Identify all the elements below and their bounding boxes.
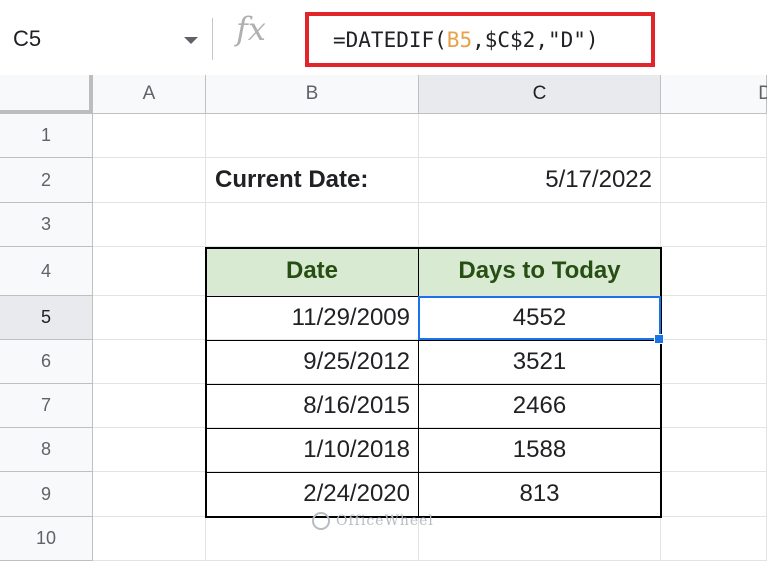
formula-ref-b5: B5 [446,28,473,52]
active-cell-selection [418,296,661,340]
cell-b5[interactable]: 11/29/2009 [206,296,419,340]
cell-c2[interactable]: 5/17/2022 [419,158,661,203]
cell-d1[interactable] [661,114,767,158]
fill-handle[interactable] [654,334,664,344]
column-header-c[interactable]: C [419,75,661,114]
row-header-3[interactable]: 3 [0,203,93,247]
cell-b9[interactable]: 2/24/2020 [206,472,419,517]
table-border-top [206,247,661,249]
row-header-2[interactable]: 2 [0,158,93,203]
watermark-text: OfficeWheel [336,513,434,529]
cell-c9[interactable]: 813 [419,472,661,517]
cell-d8[interactable] [661,428,767,472]
fx-icon: fx [236,10,266,48]
cell-b4[interactable]: Date [206,247,419,296]
cell-d3[interactable] [661,203,767,247]
row-header-9[interactable]: 9 [0,472,93,517]
row-header-7[interactable]: 7 [0,384,93,428]
cell-d4[interactable] [661,247,767,296]
cell-c10[interactable] [419,517,661,561]
cell-a4[interactable] [93,247,206,296]
row-header-4[interactable]: 4 [0,247,93,296]
cell-a1[interactable] [93,114,206,158]
cell-c3[interactable] [419,203,661,247]
cell-c4[interactable]: Days to Today [419,247,661,296]
watermark: OfficeWheel [312,512,434,530]
cell-a8[interactable] [93,428,206,472]
row-header-5[interactable]: 5 [0,296,93,340]
cell-b3[interactable] [206,203,419,247]
row-header-6[interactable]: 6 [0,340,93,384]
cell-a3[interactable] [93,203,206,247]
cell-d6[interactable] [661,340,767,384]
row-header-10[interactable]: 10 [0,517,93,561]
table-border-left [205,247,207,518]
select-all-corner[interactable] [0,75,93,114]
table-border-row [206,384,661,385]
formula-input[interactable]: =DATEDIF(B5,$C$2,"D") [305,12,655,67]
table-border-row [206,340,661,341]
cell-c6[interactable]: 3521 [419,340,661,384]
cell-d2[interactable] [661,158,767,203]
cell-b8[interactable]: 1/10/2018 [206,428,419,472]
cell-c8[interactable]: 1588 [419,428,661,472]
formula-ref-c2: $C$2 [484,28,536,52]
cell-a7[interactable] [93,384,206,428]
cell-a9[interactable] [93,472,206,517]
cell-d9[interactable] [661,472,767,517]
table-border-row [206,472,661,473]
cell-d5[interactable] [661,296,767,340]
cell-d7[interactable] [661,384,767,428]
chevron-down-icon[interactable] [184,37,198,44]
cell-b6[interactable]: 9/25/2012 [206,340,419,384]
cell-d10[interactable] [661,517,767,561]
cell-a2[interactable] [93,158,206,203]
formula-text: =DATEDIF(B5,$C$2,"D") [333,28,599,52]
name-box-value: C5 [13,26,42,51]
formula-bar: C5 fx =DATEDIF(B5,$C$2,"D") [0,0,767,75]
cell-c7[interactable]: 2466 [419,384,661,428]
cell-a6[interactable] [93,340,206,384]
column-header-a[interactable]: A [93,75,206,114]
row-header-8[interactable]: 8 [0,428,93,472]
officewheel-logo-icon [312,512,330,530]
column-header-b[interactable]: B [206,75,419,114]
cell-c1[interactable] [419,114,661,158]
cell-b1[interactable] [206,114,419,158]
divider [212,18,213,60]
row-header-1[interactable]: 1 [0,114,93,158]
cell-b7[interactable]: 8/16/2015 [206,384,419,428]
table-border-mid [418,247,419,518]
cell-a10[interactable] [93,517,206,561]
cell-b2[interactable]: Current Date: [206,158,419,203]
cell-a5[interactable] [93,296,206,340]
table-border-row [206,428,661,429]
column-header-d[interactable]: D [661,75,767,114]
table-border-right [660,247,662,518]
name-box[interactable]: C5 [0,10,212,68]
